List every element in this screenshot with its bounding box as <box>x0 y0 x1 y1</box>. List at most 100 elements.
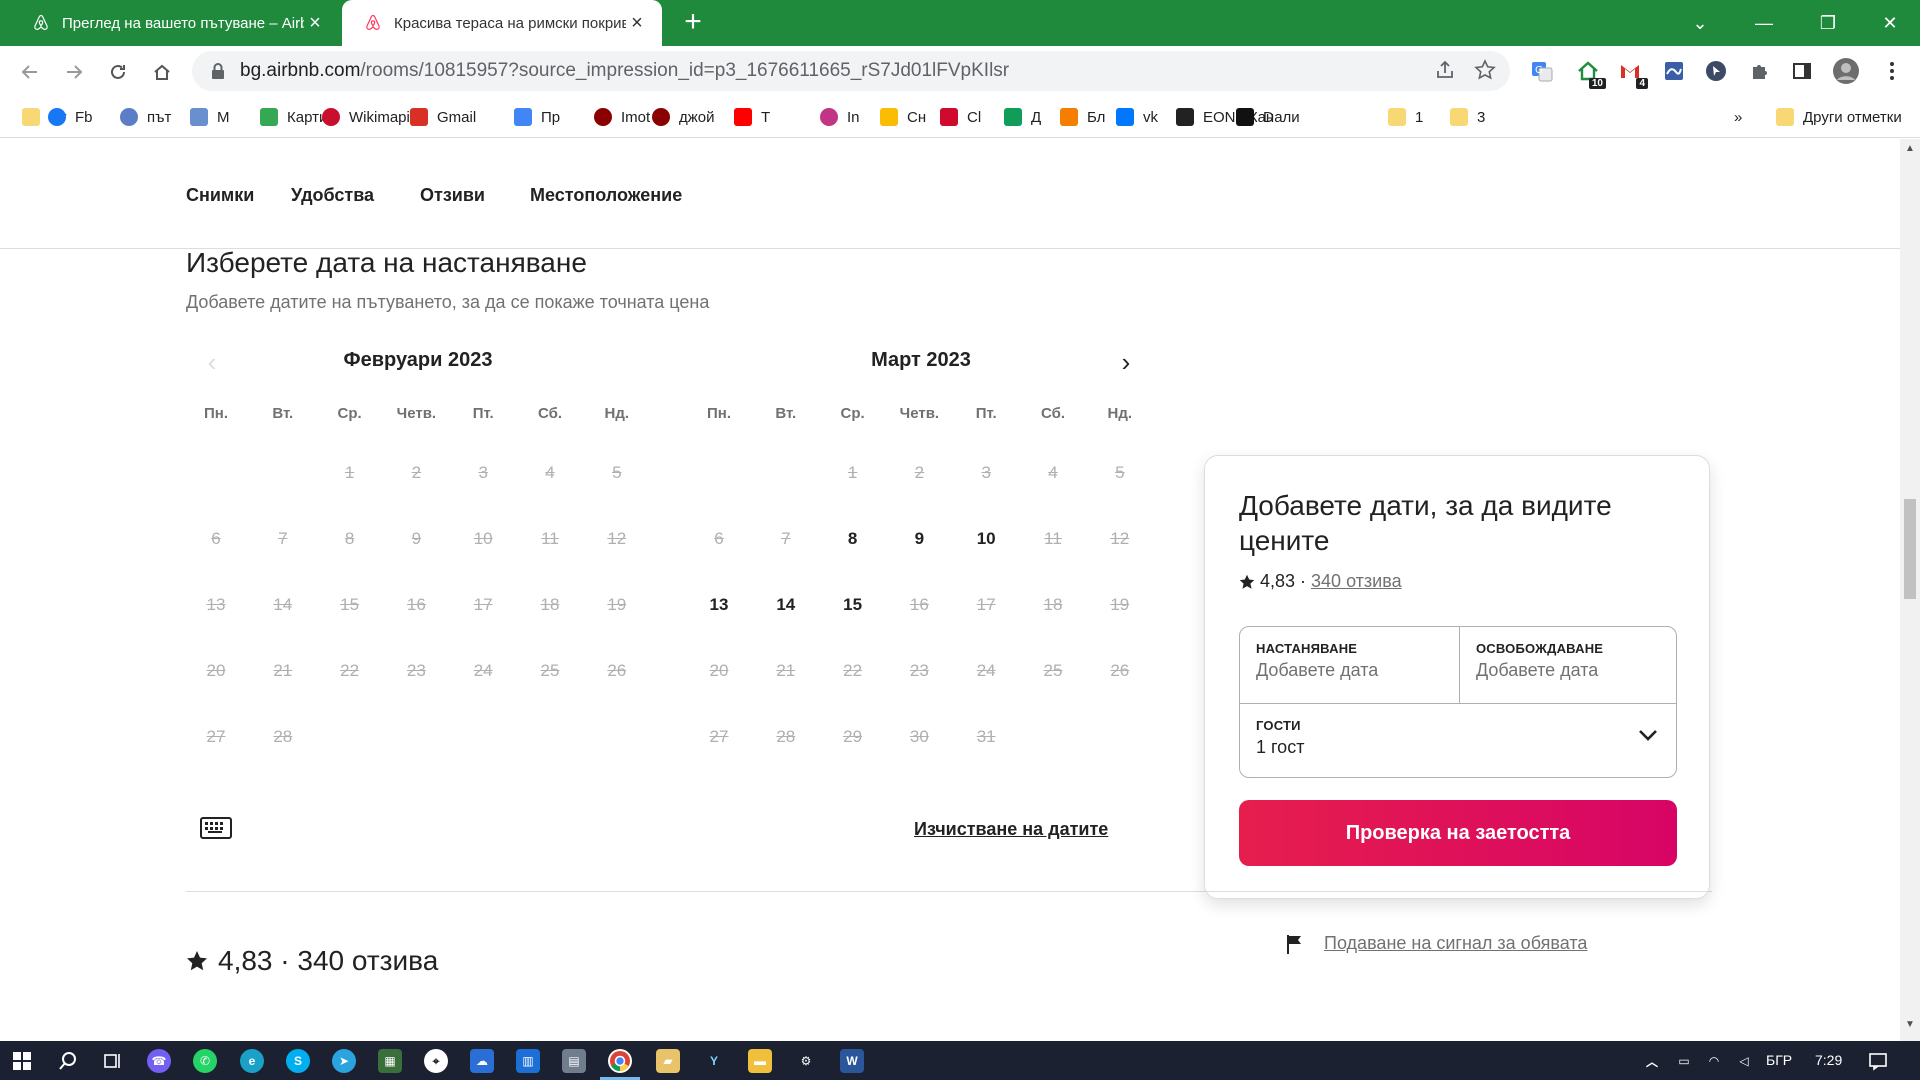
edge-icon[interactable]: e <box>240 1049 264 1073</box>
calendar-day[interactable]: 14 <box>753 572 819 638</box>
close-icon[interactable]: × <box>304 12 326 34</box>
bookmarks-overflow-button[interactable]: » <box>1734 96 1742 138</box>
onedrive-icon[interactable]: ☁ <box>470 1049 494 1073</box>
subnav-reviews[interactable]: Отзиви <box>420 185 485 206</box>
tray-chevron-up-icon[interactable]: ︿ <box>1640 1049 1664 1073</box>
side-panel-icon[interactable] <box>1788 57 1816 85</box>
weekday-header: Нд. <box>1107 405 1133 422</box>
bookmark-16[interactable]: Бл <box>1060 96 1105 138</box>
viber-icon[interactable]: ☎ <box>147 1049 171 1073</box>
telegram-icon[interactable]: ➤ <box>332 1049 356 1073</box>
folder-app-icon[interactable]: ▰ <box>656 1049 680 1073</box>
wave-extension-icon[interactable] <box>1660 57 1688 85</box>
scroll-down-icon[interactable]: ▼ <box>1900 1019 1920 1037</box>
whatsapp-icon[interactable]: ✆ <box>193 1049 217 1073</box>
bookmark-17[interactable]: vk <box>1116 96 1158 138</box>
maps-icon[interactable]: ⌖ <box>424 1049 448 1073</box>
translate-extension-icon[interactable]: G <box>1528 57 1556 85</box>
bird-app-icon[interactable]: Y <box>702 1049 726 1073</box>
language-indicator[interactable]: БГР <box>1766 1052 1792 1068</box>
file-explorer-icon[interactable]: ▬ <box>748 1049 772 1073</box>
cursor-extension-icon[interactable] <box>1702 57 1730 85</box>
share-icon[interactable] <box>1434 59 1456 81</box>
word-icon[interactable]: W <box>840 1049 864 1073</box>
settings-gear-icon[interactable]: ⚙ <box>794 1049 818 1073</box>
bookmark-13[interactable]: Сн <box>880 96 926 138</box>
home-button[interactable] <box>148 58 176 86</box>
windows-start-icon[interactable] <box>10 1049 34 1073</box>
checkin-field[interactable]: НАСТАНЯВАНЕ Добавете дата <box>1240 627 1459 703</box>
bookmark-20[interactable]: 1 <box>1388 96 1423 138</box>
bookmark-11[interactable]: T <box>734 96 770 138</box>
clear-dates-link[interactable]: Изчистване на датите <box>914 819 1108 840</box>
bookmark-14[interactable]: Cl <box>940 96 981 138</box>
bookmark-8[interactable]: Пр <box>514 96 560 138</box>
bookmark-2[interactable]: Fb <box>48 96 93 138</box>
house-extension-icon[interactable]: 10 <box>1574 57 1606 89</box>
profile-avatar[interactable] <box>1832 57 1860 85</box>
scroll-up-icon[interactable]: ▲ <box>1900 143 1920 161</box>
bookmark-6[interactable]: Wikimapia <box>322 96 418 138</box>
address-bar[interactable]: bg.airbnb.com/rooms/10815957?source_impr… <box>192 51 1510 91</box>
calendar-day[interactable]: 10 <box>953 506 1019 572</box>
bookmark-label: Cl <box>967 108 982 126</box>
check-availability-button[interactable]: Проверка на заетостта <box>1239 800 1677 866</box>
bookmark-5[interactable]: Карти <box>260 96 327 138</box>
puzzle-extensions-icon[interactable] <box>1746 57 1774 85</box>
keyboard-icon[interactable] <box>200 817 232 839</box>
page-scrollbar[interactable]: ▲ ▼ <box>1900 139 1920 1041</box>
guests-dropdown[interactable]: ГОСТИ 1 гост <box>1240 703 1676 779</box>
bookmark-9[interactable]: Imot <box>594 96 650 138</box>
calendar-app-icon[interactable]: ▥ <box>516 1049 540 1073</box>
chevron-right-icon[interactable]: › <box>1111 347 1141 377</box>
subnav-amenities[interactable]: Удобства <box>291 185 374 206</box>
subnav-photos[interactable]: Снимки <box>186 185 254 206</box>
search-icon[interactable] <box>56 1049 80 1073</box>
notifications-icon[interactable] <box>1866 1049 1890 1073</box>
reload-button[interactable] <box>104 58 132 86</box>
calendar-day[interactable]: 9 <box>886 506 952 572</box>
weekday-header: Нд. <box>604 405 630 422</box>
task-view-icon[interactable] <box>100 1049 124 1073</box>
forward-button[interactable] <box>60 58 88 86</box>
battery-icon[interactable]: ▭ <box>1672 1049 1696 1073</box>
volume-icon[interactable]: ◁ <box>1732 1049 1756 1073</box>
checkout-field[interactable]: ОСВОБОЖДАВАНЕ Добавете дата <box>1459 627 1678 703</box>
bookmark-12[interactable]: In <box>820 96 860 138</box>
subnav-location[interactable]: Местоположение <box>530 185 682 206</box>
reviews-link[interactable]: 340 отзива <box>1311 571 1402 592</box>
other-bookmarks-folder[interactable]: Други отметки <box>1776 96 1902 138</box>
bookmark-19[interactable]: D <box>1236 96 1274 138</box>
restore-button[interactable]: ❐ <box>1796 0 1860 46</box>
minimize-button[interactable]: — <box>1732 0 1796 46</box>
calendar-day[interactable]: 15 <box>820 572 886 638</box>
new-tab-button[interactable]: + <box>678 7 708 38</box>
bookmark-7[interactable]: Gmail <box>410 96 476 138</box>
chrome-icon[interactable] <box>608 1049 632 1073</box>
scrollbar-thumb[interactable] <box>1904 499 1916 599</box>
tab-search-icon[interactable]: ⌄ <box>1668 0 1732 46</box>
tab-roman-terrace[interactable]: Красива тераса на римски покрив × <box>342 0 662 46</box>
tab-trip-overview[interactable]: Преглед на вашето пътуване – Airb × <box>10 0 340 46</box>
bookmark-21[interactable]: 3 <box>1450 96 1485 138</box>
wifi-icon[interactable]: ◠ <box>1702 1049 1726 1073</box>
close-window-button[interactable]: ✕ <box>1858 0 1920 46</box>
bookmark-star-icon[interactable] <box>1474 59 1496 81</box>
gmail-extension-icon[interactable]: 4 <box>1616 57 1648 89</box>
menu-kebab-icon[interactable] <box>1878 57 1906 85</box>
report-listing-link[interactable]: Подаване на сигнал за обявата <box>1286 933 1587 954</box>
calculator-icon[interactable]: ▦ <box>378 1049 402 1073</box>
bookmark-4[interactable]: M <box>190 96 230 138</box>
clock[interactable]: 7:29 <box>1815 1052 1842 1068</box>
bookmark-15[interactable]: Д <box>1004 96 1041 138</box>
bookmark-3[interactable]: път <box>120 96 171 138</box>
calendar-day[interactable]: 13 <box>686 572 752 638</box>
bookmark-10[interactable]: джой <box>652 96 715 138</box>
calendar-day[interactable]: 8 <box>820 506 886 572</box>
app-icon[interactable]: ▤ <box>562 1049 586 1073</box>
close-icon[interactable]: × <box>626 12 648 34</box>
weekday-header: Сб. <box>537 405 563 422</box>
back-button[interactable] <box>16 58 44 86</box>
skype-icon[interactable]: S <box>286 1049 310 1073</box>
chevron-left-icon[interactable]: ‹ <box>197 347 227 377</box>
